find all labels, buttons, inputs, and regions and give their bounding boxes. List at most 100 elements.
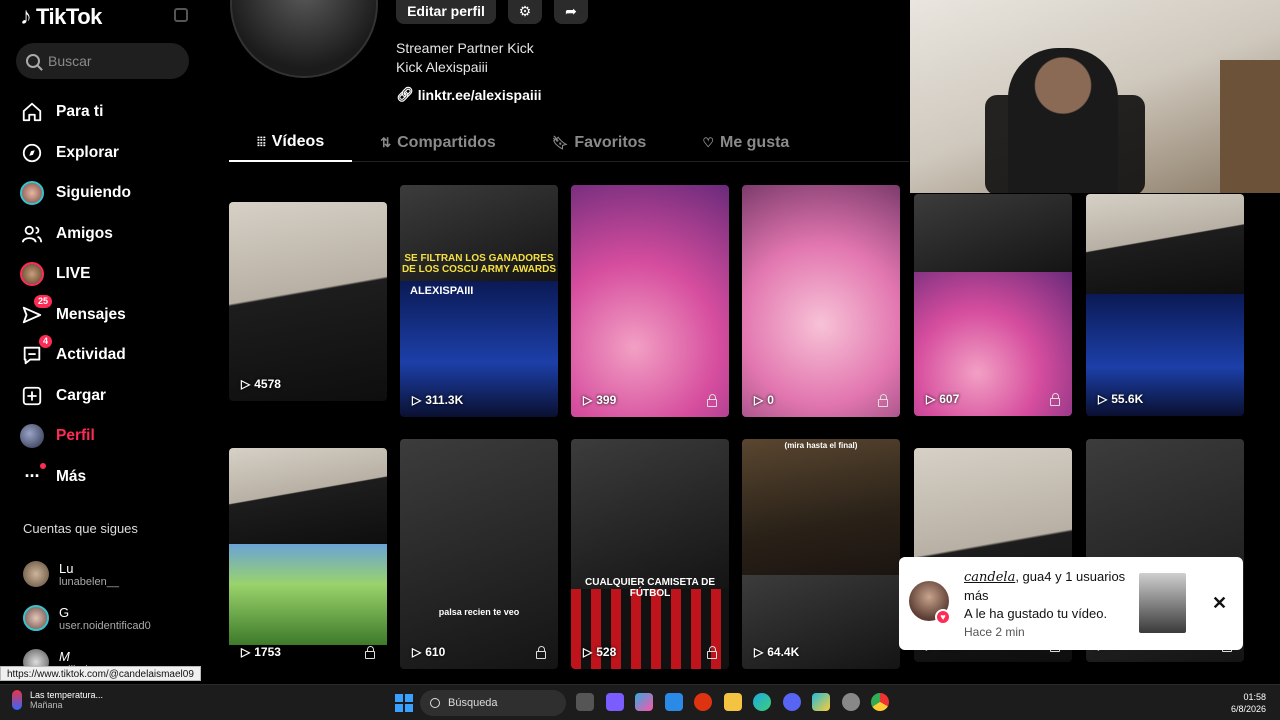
collapse-sidebar-icon[interactable] (174, 8, 188, 22)
lock-icon (536, 646, 546, 659)
nav-item-actividad[interactable]: 4 Actividad (20, 335, 131, 376)
video-card[interactable]: CUALQUIER CAMISETA DE FÚTBOL ▷ 528 (571, 439, 729, 669)
video-thumbnail (571, 185, 729, 417)
taskbar-apps (576, 693, 889, 711)
nav-label: Cargar (56, 386, 106, 404)
video-thumbnail (229, 448, 387, 544)
nav-item-mas[interactable]: ··· Más (20, 457, 131, 498)
nav-item-amigos[interactable]: Amigos (20, 214, 131, 255)
search-box[interactable] (16, 43, 189, 79)
video-thumbnail (742, 185, 900, 417)
settings-button[interactable]: ⚙ (508, 0, 542, 24)
tab-label: Vídeos (271, 133, 325, 150)
search-icon (430, 698, 440, 708)
tab-me-gusta[interactable]: ♡ Me gusta (674, 124, 817, 162)
notification-video-thumbnail[interactable] (1139, 573, 1186, 633)
more-icon: ··· (20, 462, 46, 489)
nav-item-mensajes[interactable]: 25 Mensajes (20, 294, 131, 336)
profile-link[interactable]: 🔗︎ linktr.ee/alexispaiii (396, 86, 542, 103)
video-caption: CUALQUIER CAMISETA DE FÚTBOL (585, 577, 715, 599)
system-clock[interactable]: 01:58 6/8/2026 (1231, 691, 1266, 715)
notification-time: Hace 2 min (964, 625, 1025, 639)
video-card[interactable]: ▷ 55.6K (1086, 194, 1244, 416)
nav-label: Amigos (56, 224, 113, 242)
view-count: ▷ 1753 (241, 645, 281, 659)
copilot-icon[interactable] (635, 693, 653, 711)
play-icon: ▷ (241, 645, 251, 659)
play-icon: ▷ (754, 645, 764, 659)
profile-photo[interactable] (230, 0, 378, 78)
view-count: ▷ 311.3K (412, 393, 464, 407)
chrome-icon[interactable] (871, 693, 889, 711)
windows-start-button[interactable] (395, 694, 413, 712)
activity-badge: 4 (38, 335, 52, 349)
following-item[interactable]: G user.noidentificad0 (23, 596, 151, 640)
video-card[interactable]: ▷ 399 (571, 185, 729, 417)
settings-icon[interactable] (841, 693, 860, 711)
nav-item-siguiendo[interactable]: Siguiendo (20, 173, 131, 214)
video-card[interactable]: ▷0 (742, 185, 900, 417)
video-card[interactable]: ▷ 4578 (229, 202, 387, 401)
weather-subtitle: Mañana (30, 700, 63, 710)
weather-widget[interactable]: Las temperatura... Mañana (12, 690, 103, 710)
folder-icon[interactable] (723, 693, 742, 711)
task-view-icon[interactable] (576, 693, 594, 711)
tab-label: Me gusta (719, 134, 790, 151)
pen-icon[interactable] (605, 693, 624, 711)
photos-icon[interactable] (812, 693, 830, 711)
search-input[interactable] (48, 53, 178, 69)
opera-icon[interactable] (694, 693, 712, 711)
clock-date: 6/8/2026 (1230, 704, 1266, 714)
like-notification[interactable]: ♥ candela, gua4 y 1 usuarios más A le ha… (899, 557, 1243, 650)
following-item[interactable]: Lu lunabelen__ (23, 552, 151, 596)
bookmark-icon: 🔖︎ (551, 135, 569, 150)
tab-favoritos[interactable]: 🔖︎ Favoritos (524, 124, 675, 162)
edit-profile-button[interactable]: Editar perfil (396, 0, 496, 24)
logo-text: TikTok (36, 4, 102, 29)
link-icon: 🔗︎ (396, 86, 414, 102)
nav-item-live[interactable]: LIVE (20, 254, 131, 295)
video-thumbnail (1086, 194, 1244, 294)
activity-icon: 4 (20, 335, 52, 367)
messages-icon: 25 (20, 294, 52, 327)
tab-compartidos[interactable]: ⇅ Compartidos (352, 124, 524, 162)
share-button[interactable]: ➦ (554, 0, 588, 24)
avatar (23, 605, 49, 631)
tab-label: Compartidos (397, 134, 496, 151)
notification-message: A le ha gustado tu vídeo. (964, 606, 1108, 621)
tab-videos[interactable]: ⦙⦙⦙ Vídeos (229, 124, 353, 162)
play-icon: ▷ (754, 393, 764, 407)
close-icon[interactable]: ✕ (1212, 593, 1227, 614)
nav-label: LIVE (56, 265, 91, 283)
nav-item-para-ti[interactable]: Para ti (20, 92, 131, 133)
profile-main: Editar perfil ⚙ ➦ Streamer Partner Kick … (205, 0, 910, 683)
nav-label: Mensajes (56, 305, 126, 323)
tiktok-logo[interactable]: ♪ TikTok (20, 3, 102, 31)
main-nav: Para ti Explorar Siguiendo Amigos LIVE 2… (20, 92, 131, 497)
edge-icon[interactable] (753, 693, 771, 711)
play-icon: ▷ (412, 393, 422, 407)
notification-user[interactable]: candela (964, 570, 1015, 585)
video-card[interactable]: palsa recien te veo ▷ 610 (400, 439, 558, 669)
nav-item-perfil[interactable]: Perfil (20, 416, 131, 457)
video-thumbnail (914, 194, 1072, 272)
play-icon: ▷ (926, 392, 936, 406)
video-card[interactable]: (mira hasta el final) ▷ 64.4K (742, 439, 900, 669)
video-caption: ALEXISPAIII (410, 285, 474, 297)
store-icon[interactable] (664, 693, 683, 711)
nav-item-explorar[interactable]: Explorar (20, 133, 131, 174)
more-dot-badge (40, 462, 46, 469)
share-arrow-icon: ➦ (565, 2, 577, 19)
view-count: ▷ 4578 (241, 377, 281, 391)
view-count: ▷ 55.6K (1098, 392, 1144, 406)
nav-item-cargar[interactable]: Cargar (20, 376, 131, 417)
video-card[interactable]: ▷ 607 (914, 194, 1072, 416)
taskbar-search[interactable]: Búsqueda (420, 690, 566, 716)
video-card[interactable]: ▷ 1753 (229, 448, 387, 669)
video-thumbnail (400, 439, 558, 669)
nav-label: Perfil (56, 427, 95, 445)
video-card[interactable]: SE FILTRAN LOS GANADORES DE LOS COSCU AR… (400, 185, 558, 417)
play-icon: ▷ (241, 377, 251, 391)
play-icon: ▷ (583, 393, 593, 407)
discord-icon[interactable] (782, 693, 801, 711)
